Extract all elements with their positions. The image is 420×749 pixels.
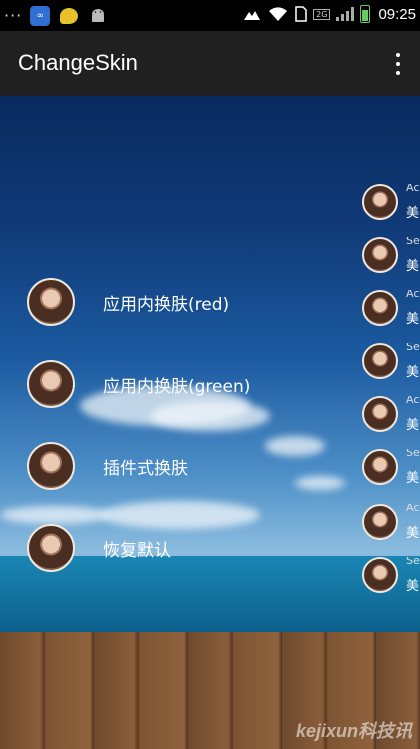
menu-item-label: 插件式换肤 [103, 458, 188, 479]
avatar [362, 396, 398, 432]
list-item[interactable]: Ac 美 [362, 290, 420, 330]
avatar [27, 524, 75, 572]
wifi-icon [269, 7, 288, 21]
list-item[interactable]: Ac 美 [362, 184, 420, 224]
list-item[interactable]: Ac 美 [362, 504, 420, 544]
list-item-name: Ac [406, 184, 420, 194]
list-item-subtitle: 美 [406, 526, 420, 541]
content-area [0, 96, 420, 749]
list-item-name: Se [406, 343, 420, 353]
chat-notification-icon [60, 8, 79, 24]
list-item[interactable]: Ac 美 [362, 396, 420, 436]
list-item-name: Ac [406, 504, 420, 514]
menu-item-label: 恢复默认 [103, 540, 171, 561]
avatar [362, 449, 398, 485]
list-item-name: Ac [406, 396, 420, 406]
list-item-subtitle: 美 [406, 579, 420, 594]
status-bar: ··· ∞ 2G 09:25 [0, 0, 420, 31]
list-item-name: Se [406, 449, 420, 459]
android-icon [92, 9, 105, 22]
list-item-name: Se [406, 557, 420, 567]
menu-item-restore-default[interactable]: 恢复默认 [27, 522, 347, 574]
status-right: 2G 09:25 [243, 5, 416, 23]
menu-item-plugin-skin[interactable]: 插件式换肤 [27, 440, 347, 492]
app-bar: ChangeSkin [0, 31, 420, 96]
sim-icon [295, 6, 307, 22]
list-item-name: Ac [406, 290, 420, 300]
list-item-subtitle: 美 [406, 259, 420, 274]
list-item[interactable]: Se 美 [362, 343, 420, 383]
avatar [362, 237, 398, 273]
avatar [362, 184, 398, 220]
avatar [27, 442, 75, 490]
list-item[interactable]: Se 美 [362, 237, 420, 277]
avatar [362, 290, 398, 326]
list-item-subtitle: 美 [406, 365, 420, 380]
list-item[interactable]: Se 美 [362, 557, 420, 597]
avatar [362, 557, 398, 593]
list-item-subtitle: 美 [406, 312, 420, 327]
avatar [362, 343, 398, 379]
menu-item-label: 应用内换肤(green) [103, 376, 251, 397]
avatar [27, 360, 75, 408]
avatar [27, 278, 75, 326]
avatar [362, 504, 398, 540]
list-item-name: Se [406, 237, 420, 247]
clock: 09:25 [378, 5, 416, 23]
more-notifications-icon: ··· [4, 6, 23, 25]
cloud-sync-icon [244, 11, 261, 20]
menu-item-label: 应用内换肤(red) [103, 294, 230, 315]
overflow-menu-icon[interactable] [388, 51, 408, 77]
list-item-subtitle: 美 [406, 206, 420, 221]
status-left: ··· ∞ [4, 6, 110, 26]
menu-item-skin-green[interactable]: 应用内换肤(green) [27, 358, 347, 410]
menu-item-skin-red[interactable]: 应用内换肤(red) [27, 276, 347, 328]
app-title: ChangeSkin [18, 50, 138, 75]
battery-icon [360, 5, 371, 23]
list-item-subtitle: 美 [406, 471, 420, 486]
network-type-badge: 2G [313, 8, 331, 20]
list-item[interactable]: Se 美 [362, 449, 420, 489]
watermark: kejixun科技讯 [295, 721, 412, 741]
signal-icon [336, 7, 355, 21]
list-item-subtitle: 美 [406, 418, 420, 433]
app-notification-icon: ∞ [30, 6, 51, 26]
